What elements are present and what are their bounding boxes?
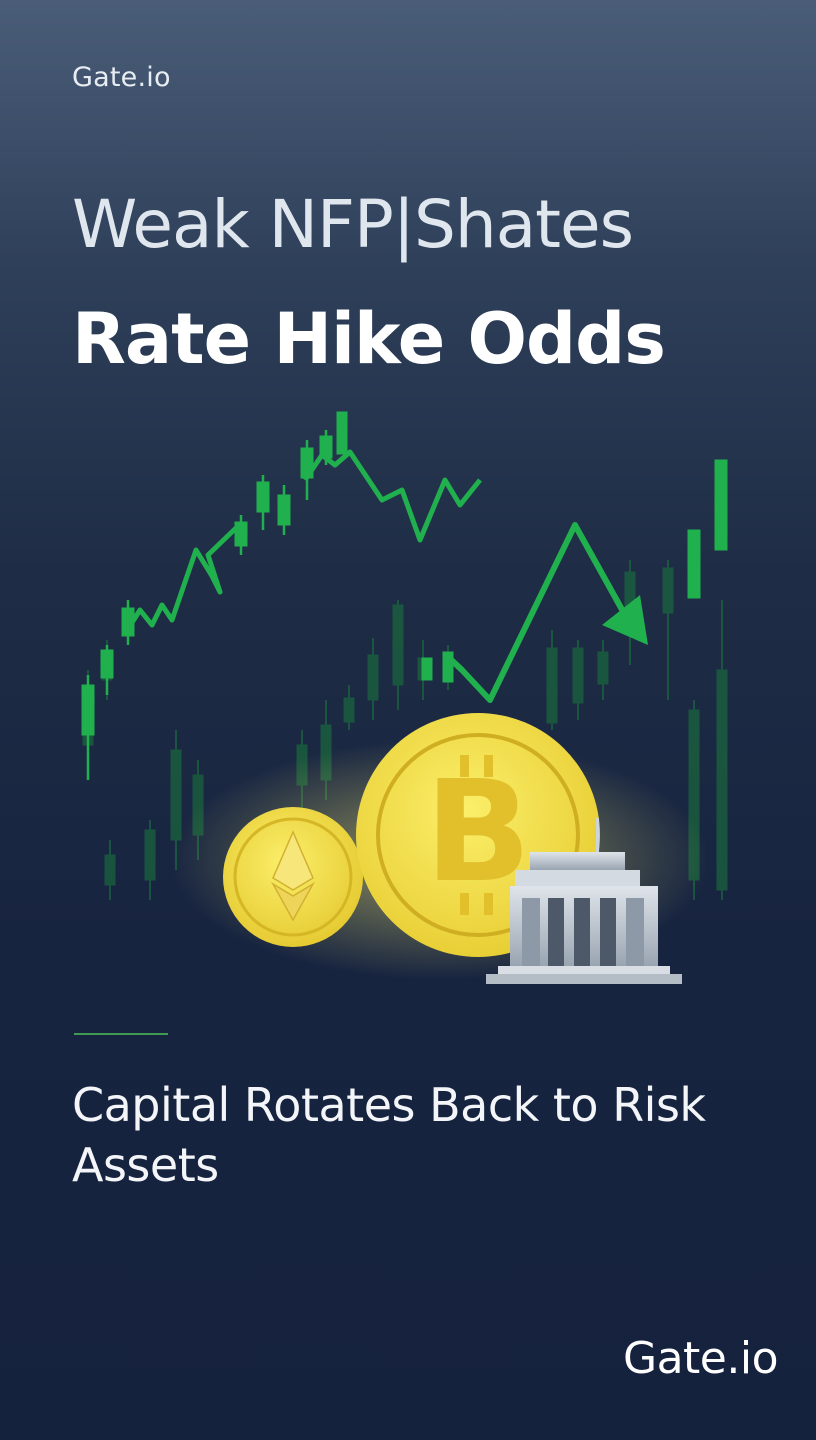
headline-line-2: Rate Hike Odds	[72, 298, 666, 380]
headline-line-1: Weak NFP|Shates	[72, 186, 634, 263]
ethereum-coin-icon	[223, 807, 363, 947]
trend-line-icon	[123, 526, 238, 634]
market-illustration: B	[81, 411, 728, 984]
brand-logo-bottom: Gate.io	[622, 1333, 779, 1384]
divider-line	[74, 1033, 168, 1035]
subheadline: Capital Rotates Back to Risk Assets	[72, 1078, 706, 1192]
trend-line-upper	[302, 449, 482, 543]
brand-logo-top: Gate.io	[72, 62, 171, 93]
